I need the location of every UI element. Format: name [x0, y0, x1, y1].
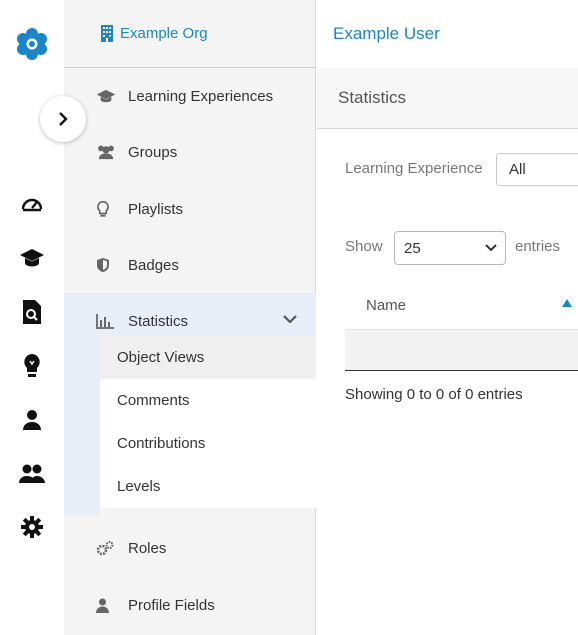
page-size-value: 25: [404, 239, 421, 257]
column-header: Name: [366, 297, 407, 314]
lightbulb-icon: [96, 200, 120, 218]
sidebar-item-groups[interactable]: Groups: [64, 124, 316, 180]
gears-icon: [96, 540, 120, 556]
sidebar-item-label: Playlists: [128, 200, 184, 218]
submenu-item-object-views[interactable]: Object Views: [100, 336, 316, 379]
lightbulb-icon[interactable]: [18, 352, 46, 380]
user-icon[interactable]: [18, 406, 46, 434]
chevron-right-icon: [59, 112, 68, 126]
user-name-link[interactable]: Example User: [333, 24, 440, 44]
submenu-indent: [64, 336, 100, 516]
dashboard-icon[interactable]: [18, 190, 46, 218]
sidebar: Example Org Learning Experiences Groups …: [64, 0, 316, 635]
search-file-icon[interactable]: [18, 298, 46, 326]
learning-experience-select[interactable]: All: [496, 153, 578, 186]
entries-label: entries: [515, 238, 561, 255]
logo-icon[interactable]: [14, 26, 50, 62]
org-name: Example Org: [120, 25, 208, 42]
bar-chart-icon: [96, 313, 120, 329]
filter-value: All: [509, 161, 526, 178]
gear-icon[interactable]: [18, 513, 46, 541]
table-info: Showing 0 to 0 of 0 entries: [345, 386, 523, 403]
shield-icon: [96, 257, 120, 273]
table-header-name[interactable]: Name: [345, 282, 578, 330]
chevron-down-icon[interactable]: [282, 313, 298, 325]
sidebar-item-label: Learning Experiences: [128, 87, 274, 105]
sidebar-item-label: Badges: [128, 256, 179, 274]
sidebar-item-profile-fields[interactable]: Profile Fields: [64, 577, 316, 633]
sidebar-item-label: Statistics: [128, 312, 189, 330]
users-icon: [96, 144, 120, 160]
statistics-submenu: Object Views Comments Contributions Leve…: [100, 336, 316, 508]
page-size-select[interactable]: 25: [394, 231, 506, 265]
sidebar-item-label: Groups: [128, 143, 178, 161]
sidebar-item-badges[interactable]: Badges: [64, 237, 316, 293]
building-icon: [101, 25, 113, 42]
sidebar-item-label: Roles: [128, 539, 167, 557]
icon-rail: [0, 0, 64, 635]
graduation-cap-icon[interactable]: [18, 244, 46, 272]
page-title: Statistics: [338, 88, 407, 107]
show-label: Show: [345, 238, 383, 255]
sidebar-item-roles[interactable]: Roles: [64, 520, 316, 576]
chevron-down-icon: [485, 244, 497, 252]
sidebar-toggle-button[interactable]: [40, 96, 86, 142]
sort-ascending-icon: [562, 299, 572, 307]
sidebar-item-learning-experiences[interactable]: Learning Experiences: [64, 68, 316, 124]
sidebar-item-playlists[interactable]: Playlists: [64, 181, 316, 237]
submenu-item-comments[interactable]: Comments: [100, 379, 316, 422]
submenu-item-levels[interactable]: Levels: [100, 465, 316, 508]
main-content: Example User Statistics Learning Experie…: [317, 0, 578, 635]
org-header[interactable]: Example Org: [64, 0, 316, 68]
user-icon: [96, 598, 120, 613]
table-row: [345, 330, 578, 371]
users-icon[interactable]: [18, 460, 46, 488]
graduation-cap-icon: [96, 88, 120, 104]
sidebar-item-label: Profile Fields: [128, 596, 215, 614]
submenu-item-contributions[interactable]: Contributions: [100, 422, 316, 465]
filter-label: Learning Experience: [345, 160, 483, 177]
